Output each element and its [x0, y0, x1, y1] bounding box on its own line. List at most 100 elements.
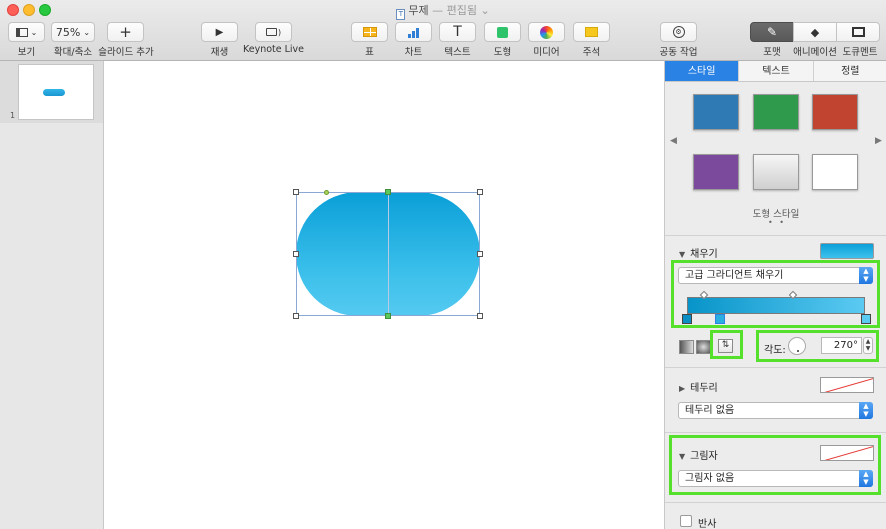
fill-section-title[interactable]: ▼ 채우기: [679, 245, 718, 260]
slide-number: 1: [10, 111, 16, 120]
angle-stepper[interactable]: ▲ ▼: [863, 337, 873, 354]
shadow-color-well[interactable]: [820, 445, 874, 461]
next-styles-icon[interactable]: ▶: [875, 136, 882, 146]
resize-handle-bottom-right[interactable]: [477, 313, 483, 319]
swap-arrows-icon: ⇅: [721, 340, 730, 350]
thumbnail-shape: [43, 89, 65, 96]
slide-thumbnail[interactable]: [18, 64, 94, 120]
reverse-gradient-button[interactable]: ⇅: [718, 339, 733, 353]
border-title: 테두리: [690, 383, 718, 394]
text-button[interactable]: T: [439, 22, 476, 42]
shadow-type-value: 그림자 없음: [685, 473, 735, 484]
border-section-title[interactable]: ▶ 테두리: [679, 379, 718, 394]
divider: [665, 432, 886, 433]
collaborate-button[interactable]: ⚙: [660, 22, 697, 42]
divider: [665, 502, 886, 503]
style-swatch-blue[interactable]: [693, 94, 739, 130]
chart-button[interactable]: [395, 22, 432, 42]
chevron-down-icon[interactable]: ⌄: [477, 4, 489, 17]
tab-text[interactable]: 텍스트: [739, 61, 814, 81]
add-slide-label: 슬라이드 추가: [98, 47, 154, 58]
animate-button[interactable]: ◆: [793, 22, 837, 42]
animate-icon: ◆: [810, 25, 820, 39]
reflection-checkbox[interactable]: [680, 515, 692, 527]
paintbrush-icon: ✎: [766, 25, 778, 39]
animate-label: 애니메이션: [793, 47, 837, 58]
resize-handle-top[interactable]: [385, 189, 391, 195]
keynote-live-icon: [265, 28, 277, 36]
page-dots[interactable]: • •: [768, 218, 786, 227]
broadcast-icon: ): [277, 27, 282, 37]
fill-color-well[interactable]: [820, 243, 874, 259]
shadow-type-popup[interactable]: 그림자 없음 ▲ ▼: [678, 470, 873, 487]
resize-handle-right[interactable]: [477, 251, 483, 257]
divider: [665, 367, 886, 368]
comment-icon: [585, 27, 598, 37]
zoom-value: 75%: [55, 25, 81, 39]
table-label: 표: [365, 47, 374, 58]
collaborate-icon: ⚙: [672, 26, 685, 38]
slide-canvas[interactable]: [104, 61, 664, 529]
zoom-popup[interactable]: 75% ⌄: [51, 22, 95, 42]
slide-navigator: 1: [0, 61, 104, 529]
media-label: 미디어: [533, 47, 560, 58]
zoom-label: 확대/축소: [53, 47, 93, 58]
view-label: 보기: [17, 47, 36, 58]
fill-type-popup[interactable]: 고급 그라디언트 채우기 ▲ ▼: [678, 267, 873, 284]
format-label: 포맷: [763, 47, 781, 58]
resize-handle-top-left[interactable]: [293, 189, 299, 195]
disclosure-triangle-icon: ▼: [679, 250, 686, 259]
angle-knob[interactable]: [788, 337, 806, 355]
chevron-down-icon: ⌄: [30, 27, 38, 37]
border-color-well[interactable]: [820, 377, 874, 393]
chevron-down-icon: ⌄: [83, 27, 91, 37]
gradient-slider[interactable]: [687, 297, 865, 314]
resize-handle-top-right[interactable]: [477, 189, 483, 195]
angle-field[interactable]: 270°: [821, 337, 862, 354]
toolbar: T 무제 — 편집됨 ⌄ ⌄ 보기 75% ⌄ 확대/축소 + 슬라이드 추가 ▶…: [0, 0, 886, 61]
angle-label: 각도:: [764, 345, 786, 356]
document-status: 편집됨: [446, 4, 477, 17]
previous-styles-icon[interactable]: ◀: [670, 136, 677, 146]
shadow-section-title[interactable]: ▼ 그림자: [679, 447, 718, 462]
document-button[interactable]: [836, 22, 880, 42]
style-swatch-gray-gradient[interactable]: [753, 154, 799, 190]
media-button[interactable]: [528, 22, 565, 42]
border-type-popup[interactable]: 테두리 없음 ▲ ▼: [678, 402, 873, 419]
style-swatch-outline[interactable]: [812, 154, 858, 190]
view-button[interactable]: ⌄: [8, 22, 45, 42]
table-icon: [362, 27, 377, 37]
tab-style[interactable]: 스타일: [665, 61, 740, 81]
angle-knob-indicator: [797, 350, 799, 352]
disclosure-triangle-icon: ▼: [679, 452, 686, 461]
fill-type-value: 고급 그라디언트 채우기: [685, 270, 784, 281]
play-button[interactable]: ▶: [201, 22, 238, 42]
gradient-stop-end[interactable]: [861, 314, 871, 324]
gradient-stop-middle[interactable]: [715, 314, 725, 324]
radial-gradient-button[interactable]: [696, 340, 711, 354]
table-button[interactable]: [351, 22, 388, 42]
play-label: 재생: [210, 47, 229, 58]
photos-icon: [540, 25, 553, 39]
window-title: T 무제 — 편집됨 ⌄: [0, 2, 886, 20]
document-label: 도큐멘트: [842, 47, 878, 58]
resize-handle-left[interactable]: [293, 251, 299, 257]
style-swatch-red[interactable]: [812, 94, 858, 130]
resize-handle-bottom-left[interactable]: [293, 313, 299, 319]
corner-radius-handle[interactable]: [324, 190, 329, 195]
tab-arrange[interactable]: 정렬: [813, 61, 886, 81]
popup-stepper-icon: ▲ ▼: [859, 470, 873, 487]
style-swatch-purple[interactable]: [693, 154, 739, 190]
linear-gradient-button[interactable]: [679, 340, 694, 354]
style-swatch-green[interactable]: [753, 94, 799, 130]
plus-icon: +: [119, 23, 132, 41]
add-slide-button[interactable]: +: [107, 22, 144, 42]
shape-button[interactable]: [484, 22, 521, 42]
comment-button[interactable]: [573, 22, 610, 42]
popup-stepper-icon: ▲ ▼: [859, 267, 873, 284]
gradient-stop-start[interactable]: [682, 314, 692, 324]
play-icon: ▶: [215, 26, 224, 38]
resize-handle-bottom[interactable]: [385, 313, 391, 319]
format-button[interactable]: ✎: [750, 22, 794, 42]
keynote-live-button[interactable]: ): [255, 22, 292, 42]
